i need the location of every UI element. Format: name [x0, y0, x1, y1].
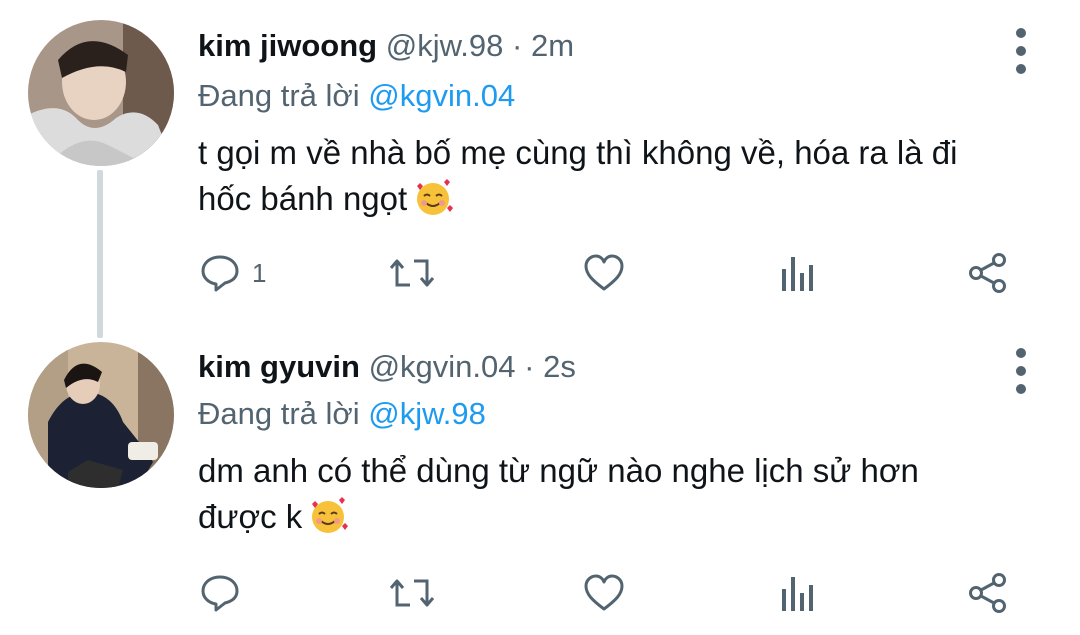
- tweet-text-line-2: được k: [198, 494, 1028, 540]
- like-icon: [584, 574, 624, 611]
- retweet-icon: [389, 579, 435, 607]
- analytics-button[interactable]: [776, 248, 820, 298]
- avatar[interactable]: [28, 20, 174, 166]
- retweet-button[interactable]: [388, 568, 436, 618]
- retweet-icon: [389, 259, 435, 287]
- handle[interactable]: @kgvin.04: [369, 349, 516, 384]
- tweet-text-line-1: dm anh có thể dùng từ ngữ nào nghe lịch …: [198, 452, 919, 489]
- like-icon: [584, 254, 624, 291]
- reply-button[interactable]: 1: [198, 248, 266, 298]
- handle[interactable]: @kjw.98: [386, 28, 504, 63]
- tweet-header: kim jiwoong @kjw.98 · 2m: [198, 26, 574, 66]
- timestamp[interactable]: 2m: [531, 28, 574, 63]
- mention-link[interactable]: @kjw.98: [368, 396, 486, 431]
- display-name[interactable]: kim gyuvin: [198, 349, 360, 384]
- more-options-icon[interactable]: [1006, 28, 1036, 74]
- replying-prefix: Đang trả lời: [198, 396, 360, 431]
- replying-to: Đang trả lời @kjw.98: [198, 394, 486, 434]
- reply-icon: [201, 255, 239, 292]
- replying-prefix: Đang trả lời: [198, 78, 360, 113]
- mention-link[interactable]: @kgvin.04: [368, 78, 515, 113]
- replying-to: Đang trả lời @kgvin.04: [198, 76, 515, 116]
- separator: ·: [524, 349, 535, 384]
- tweet-text: dm anh có thể dùng từ ngữ nào nghe lịch …: [198, 448, 1028, 540]
- share-icon: [969, 573, 1006, 613]
- reply-icon: [201, 575, 239, 612]
- share-button[interactable]: [966, 568, 1010, 618]
- tweet-text-line-2: hốc bánh ngọt: [198, 176, 1028, 222]
- share-icon: [969, 253, 1006, 293]
- tweet-header: kim gyuvin @kgvin.04 · 2s: [198, 347, 576, 387]
- tweet-actions: 1: [0, 248, 1080, 298]
- timestamp[interactable]: 2s: [543, 349, 576, 384]
- more-options-icon[interactable]: [1006, 348, 1036, 394]
- analytics-icon: [782, 577, 813, 611]
- tweet-text: t gọi m về nhà bố mẹ cùng thì không về, …: [198, 130, 1028, 222]
- share-button[interactable]: [966, 248, 1010, 298]
- avatar[interactable]: [28, 342, 174, 488]
- tweet-actions: [0, 568, 1080, 618]
- smiling-face-with-hearts-icon: [312, 497, 349, 533]
- reply-button[interactable]: [198, 568, 252, 618]
- tweet-text-line-1: t gọi m về nhà bố mẹ cùng thì không về, …: [198, 134, 958, 171]
- reply-count: 1: [252, 257, 267, 288]
- display-name[interactable]: kim jiwoong: [198, 28, 377, 63]
- separator: ·: [512, 28, 523, 63]
- like-button[interactable]: [582, 568, 626, 618]
- retweet-button[interactable]: [388, 248, 436, 298]
- avatar-image: [28, 342, 174, 488]
- avatar-image: [28, 20, 174, 166]
- analytics-icon: [782, 257, 813, 291]
- smiling-face-with-hearts-icon: [417, 179, 454, 215]
- like-button[interactable]: [582, 248, 626, 298]
- analytics-button[interactable]: [776, 568, 820, 618]
